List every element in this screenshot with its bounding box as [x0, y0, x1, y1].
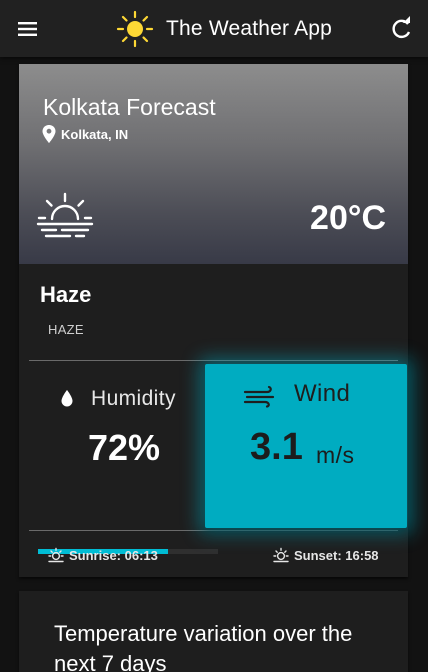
sunset-icon — [273, 547, 289, 563]
app-title: The Weather App — [166, 17, 333, 40]
sunrise-icon — [48, 547, 64, 563]
location-row: Kolkata, IN — [41, 124, 128, 144]
hamburger-menu-icon — [18, 22, 37, 36]
condition-main: Haze — [40, 282, 92, 307]
temperature-value: 20°C — [310, 199, 386, 237]
divider — [29, 360, 398, 361]
refresh-button[interactable] — [388, 15, 414, 43]
sunset-row: Sunset: 16:58 — [272, 546, 379, 564]
refresh-icon — [392, 16, 411, 39]
divider — [29, 530, 398, 531]
wind-card[interactable]: Wind 3.1 m/s — [205, 364, 407, 528]
app-title-group: The Weather App — [116, 10, 332, 48]
city-forecast-title: Kolkata Forecast — [43, 94, 216, 120]
condition-description: HAZE — [48, 322, 84, 337]
humidity-value: 72% — [88, 427, 161, 468]
wind-unit: m/s — [316, 442, 355, 468]
sunrise-text: Sunrise: 06:13 — [69, 547, 158, 563]
wind-value: 3.1 — [250, 426, 303, 468]
wind-label: Wind — [294, 380, 351, 407]
app-bar: The Weather App — [0, 0, 428, 57]
temperature-chart-card: Temperature variation over the next 7 da… — [19, 591, 408, 672]
menu-button[interactable] — [12, 14, 44, 44]
location-pin-icon — [42, 125, 56, 143]
haze-sun-icon — [36, 192, 94, 238]
sunset-text: Sunset: 16:58 — [294, 547, 379, 563]
forecast-header: Kolkata Forecast Kolkata, IN 20°C — [19, 64, 408, 264]
location-text: Kolkata, IN — [61, 126, 129, 142]
chart-card-title: Temperature variation over the next 7 da… — [54, 621, 353, 672]
sun-logo-icon — [116, 10, 154, 48]
water-drop-icon — [61, 390, 73, 407]
humidity-label: Humidity — [91, 387, 176, 410]
sunrise-row: Sunrise: 06:13 — [47, 546, 158, 564]
wind-icon — [243, 385, 275, 408]
